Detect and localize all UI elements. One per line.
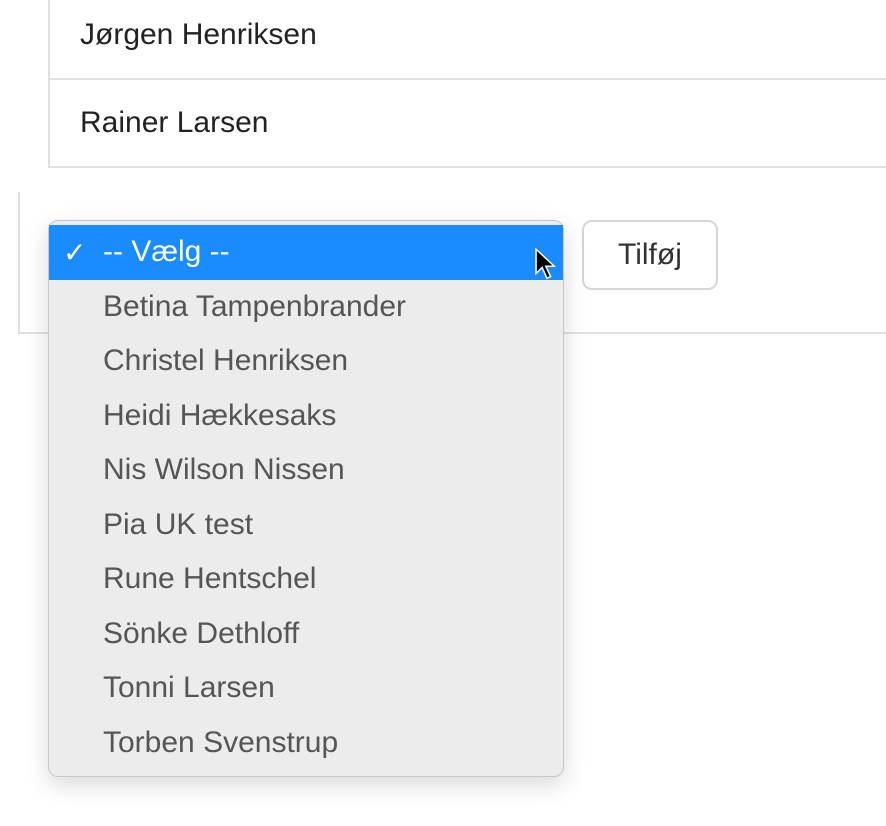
- dropdown-option[interactable]: Sönke Dethloff: [49, 607, 563, 662]
- dropdown-option-label: Tonni Larsen: [63, 665, 549, 712]
- dropdown-option[interactable]: Torben Svenstrup: [49, 716, 563, 771]
- dropdown-option-label: Nis Wilson Nissen: [63, 447, 549, 494]
- dropdown-option-label: Christel Henriksen: [63, 338, 549, 385]
- dropdown-option[interactable]: Betina Tampenbrander: [49, 280, 563, 335]
- dropdown-option[interactable]: Nis Wilson Nissen: [49, 443, 563, 498]
- list-item: Rainer Larsen: [50, 78, 886, 166]
- person-select-dropdown[interactable]: ✓ -- Vælg -- Betina Tampenbrander Christ…: [48, 220, 564, 777]
- list-item-name: Jørgen Henriksen: [80, 18, 317, 51]
- dropdown-option[interactable]: Rune Hentschel: [49, 552, 563, 607]
- dropdown-option-label: -- Vælg --: [103, 229, 549, 276]
- dropdown-option[interactable]: Tonni Larsen: [49, 661, 563, 716]
- checkmark-icon: ✓: [63, 231, 103, 274]
- dropdown-option-label: Torben Svenstrup: [63, 720, 549, 767]
- dropdown-option[interactable]: Pia UK test: [49, 498, 563, 553]
- add-person-controls: ✓ -- Vælg -- Betina Tampenbrander Christ…: [48, 220, 718, 777]
- dropdown-option[interactable]: Christel Henriksen: [49, 334, 563, 389]
- add-button[interactable]: Tilføj: [582, 220, 718, 290]
- list-item: Jørgen Henriksen: [50, 0, 886, 78]
- list-item-name: Rainer Larsen: [80, 106, 268, 139]
- dropdown-option-label: Sönke Dethloff: [63, 611, 549, 658]
- dropdown-option-placeholder[interactable]: ✓ -- Vælg --: [49, 225, 563, 280]
- dropdown-option-label: Rune Hentschel: [63, 556, 549, 603]
- dropdown-option-label: Heidi Hækkesaks: [63, 393, 549, 440]
- dropdown-option-label: Pia UK test: [63, 502, 549, 549]
- dropdown-option-label: Betina Tampenbrander: [63, 284, 549, 331]
- dropdown-option[interactable]: Heidi Hækkesaks: [49, 389, 563, 444]
- panel-border: [18, 192, 20, 332]
- existing-names-list: Jørgen Henriksen Rainer Larsen: [48, 0, 886, 168]
